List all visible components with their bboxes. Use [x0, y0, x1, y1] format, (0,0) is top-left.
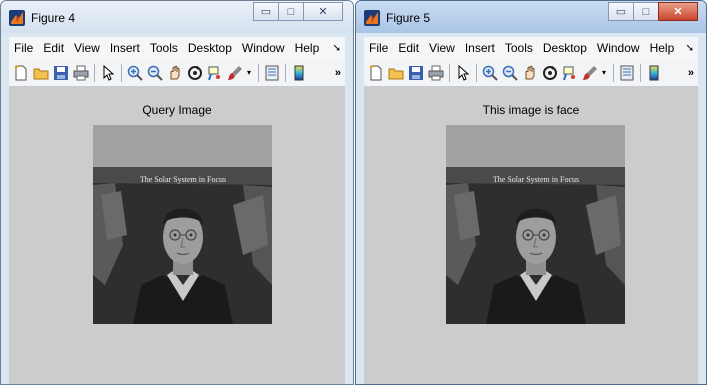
- brush-dropdown-icon[interactable]: ▾: [602, 65, 608, 81]
- toolbar-separator: [258, 63, 259, 82]
- menu-desktop[interactable]: Desktop: [183, 41, 237, 55]
- figure-toolbar: ▾ »: [364, 59, 698, 87]
- window-title: Figure 5: [386, 11, 431, 25]
- figure-canvas: This image is face The Solar System in F…: [364, 87, 698, 384]
- legend-icon[interactable]: [291, 65, 307, 81]
- save-icon[interactable]: [53, 65, 69, 81]
- face-image: The Solar System in Focus: [446, 125, 625, 324]
- menu-desktop[interactable]: Desktop: [538, 41, 592, 55]
- close-button[interactable]: ✕: [658, 2, 698, 21]
- data-cursor-icon[interactable]: [562, 65, 578, 81]
- menu-file[interactable]: File: [9, 41, 38, 55]
- menu-window[interactable]: Window: [592, 41, 645, 55]
- open-file-icon[interactable]: [388, 65, 404, 81]
- menu-tools[interactable]: Tools: [145, 41, 183, 55]
- menu-help[interactable]: Help: [290, 41, 325, 55]
- pan-icon[interactable]: [167, 65, 183, 81]
- new-figure-icon[interactable]: [368, 64, 384, 81]
- toolbar-separator: [94, 63, 95, 82]
- photo-caption: The Solar System in Focus: [493, 175, 579, 184]
- figure-5-window: Figure 5 ▭ □ ✕ File Edit View Insert Too…: [355, 0, 707, 385]
- print-icon[interactable]: [428, 65, 444, 81]
- menu-insert[interactable]: Insert: [460, 41, 500, 55]
- close-icon: ✕: [673, 6, 683, 18]
- colorbar-icon[interactable]: [264, 65, 280, 81]
- minimize-button[interactable]: ▭: [608, 2, 634, 21]
- menu-tools[interactable]: Tools: [500, 41, 538, 55]
- menu-overflow-icon[interactable]: ➘: [686, 43, 698, 54]
- zoom-in-icon[interactable]: [482, 65, 498, 81]
- menu-insert[interactable]: Insert: [105, 41, 145, 55]
- legend-icon[interactable]: [646, 65, 662, 81]
- pointer-icon[interactable]: [100, 64, 116, 81]
- save-icon[interactable]: [408, 65, 424, 81]
- menu-bar: File Edit View Insert Tools Desktop Wind…: [364, 37, 698, 59]
- minimize-button[interactable]: ▭: [253, 2, 279, 21]
- toolbar-separator: [476, 63, 477, 82]
- brush-icon[interactable]: [582, 65, 598, 81]
- menu-window[interactable]: Window: [237, 41, 290, 55]
- print-icon[interactable]: [73, 65, 89, 81]
- figure-toolbar: ▾ »: [9, 59, 345, 87]
- toolbar-overflow-icon[interactable]: »: [688, 67, 694, 79]
- toolbar-separator: [449, 63, 450, 82]
- zoom-in-icon[interactable]: [127, 65, 143, 81]
- rotate-icon[interactable]: [187, 65, 203, 81]
- menu-bar: File Edit View Insert Tools Desktop Wind…: [9, 37, 345, 59]
- close-button[interactable]: ✕: [303, 2, 343, 21]
- maximize-button[interactable]: □: [278, 2, 304, 21]
- matlab-logo-icon: [9, 10, 25, 26]
- photo-caption: The Solar System in Focus: [140, 175, 226, 184]
- title-bar[interactable]: Figure 5 ▭ □ ✕: [356, 1, 706, 33]
- brush-icon[interactable]: [227, 65, 243, 81]
- maximize-icon: □: [287, 5, 295, 18]
- menu-file[interactable]: File: [364, 41, 393, 55]
- toolbar-separator: [121, 63, 122, 82]
- window-title: Figure 4: [31, 11, 76, 25]
- menu-view[interactable]: View: [424, 41, 460, 55]
- close-icon: ✕: [318, 6, 328, 18]
- rotate-icon[interactable]: [542, 65, 558, 81]
- zoom-out-icon[interactable]: [502, 65, 518, 81]
- plot-title: This image is face: [482, 103, 580, 117]
- maximize-icon: □: [642, 5, 650, 18]
- pan-icon[interactable]: [522, 65, 538, 81]
- zoom-out-icon[interactable]: [147, 65, 163, 81]
- data-cursor-icon[interactable]: [207, 65, 223, 81]
- colorbar-icon[interactable]: [619, 65, 635, 81]
- menu-overflow-icon[interactable]: ➘: [333, 43, 345, 54]
- figure-canvas: Query Image The Solar System in Focus: [9, 87, 345, 384]
- toolbar-overflow-icon[interactable]: »: [335, 67, 341, 79]
- new-figure-icon[interactable]: [13, 64, 29, 81]
- minimize-icon: ▭: [615, 6, 627, 18]
- menu-edit[interactable]: Edit: [38, 41, 69, 55]
- menu-help[interactable]: Help: [645, 41, 680, 55]
- pointer-icon[interactable]: [455, 64, 471, 81]
- maximize-button[interactable]: □: [633, 2, 659, 21]
- plot-title: Query Image: [142, 103, 212, 117]
- toolbar-separator: [285, 63, 286, 82]
- minimize-icon: ▭: [260, 6, 272, 18]
- matlab-logo-icon: [364, 10, 380, 26]
- title-bar[interactable]: Figure 4 ▭ □ ✕: [1, 1, 353, 33]
- brush-dropdown-icon[interactable]: ▾: [247, 65, 253, 81]
- face-image: The Solar System in Focus: [93, 125, 272, 324]
- menu-view[interactable]: View: [69, 41, 105, 55]
- toolbar-separator: [613, 63, 614, 82]
- toolbar-separator: [640, 63, 641, 82]
- figure-4-window: Figure 4 ▭ □ ✕ File Edit View Insert Too…: [0, 0, 354, 385]
- menu-edit[interactable]: Edit: [393, 41, 424, 55]
- open-file-icon[interactable]: [33, 65, 49, 81]
